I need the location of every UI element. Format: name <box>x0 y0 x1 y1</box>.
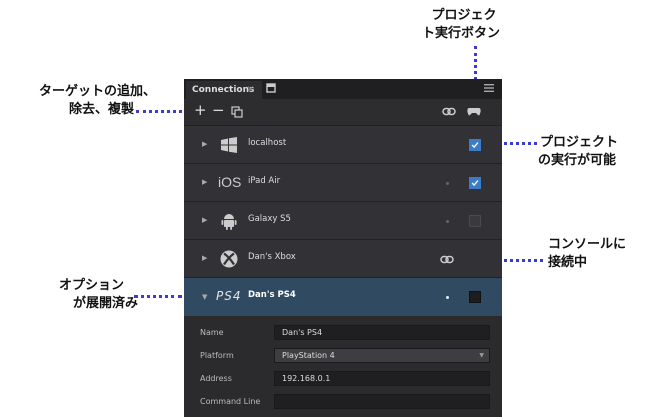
target-row-ipad-air[interactable]: ▶ iOS iPad Air <box>184 163 502 201</box>
connected-callout-line2: 接続中 <box>548 255 588 270</box>
target-ops-callout: ターゲットの追加、 除去、複製 <box>8 83 156 119</box>
target-row-dans-xbox[interactable]: ▶ Dan's Xbox <box>184 239 502 277</box>
options-callout: オプション が展開済み <box>48 277 138 313</box>
run-button-callout-line2: ト実行ボタン <box>422 26 501 41</box>
target-ops-callout-line1: ターゲットの追加、 <box>38 84 156 99</box>
run-enabled-checkbox[interactable] <box>469 215 481 227</box>
address-field[interactable]: 192.168.0.1 <box>274 371 490 386</box>
can-run-callout-line2: の実行が可能 <box>538 153 617 168</box>
connected-callout-line1: コンソールに <box>548 237 627 252</box>
command-line-label: Command Line <box>200 397 261 406</box>
ios-icon: iOS <box>218 174 242 190</box>
windows-icon <box>221 137 237 153</box>
toolbar: + − <box>184 99 502 125</box>
target-row-galaxy-s5[interactable]: ▶ Galaxy S5 <box>184 201 502 239</box>
link-icon[interactable] <box>442 107 456 116</box>
target-properties: Name Dan's PS4 Platform PlayStation 4 ▼ … <box>184 316 502 417</box>
duplicate-target-icon[interactable] <box>231 106 243 118</box>
options-callout-line2: が展開済み <box>72 296 138 311</box>
gamepad-run-icon[interactable] <box>467 106 481 116</box>
platform-label: Platform <box>200 351 234 360</box>
can-run-callout: プロジェクト の実行が可能 <box>538 134 619 170</box>
remove-target-button[interactable]: − <box>212 101 225 119</box>
name-label: Name <box>200 328 224 337</box>
run-button-callout-line1: プロジェク <box>431 8 497 23</box>
target-row-localhost[interactable]: ▶ localhost <box>184 125 502 163</box>
connections-panel: Connections ✕ + − ▶ localhost ▶ iOS iPad… <box>184 79 502 417</box>
ps4-icon: PS4 <box>216 289 242 303</box>
target-row-dans-ps4[interactable]: ▼ PS4 Dan's PS4 <box>184 277 502 316</box>
platform-select[interactable]: PlayStation 4 ▼ <box>274 348 490 363</box>
run-button-callout: プロジェク ト実行ボタン <box>422 7 500 43</box>
status-dot <box>446 296 449 299</box>
target-ops-callout-line2: 除去、複製 <box>68 102 134 117</box>
command-line-field[interactable] <box>274 394 490 409</box>
close-icon[interactable]: ✕ <box>246 81 254 99</box>
run-enabled-checkbox[interactable] <box>469 291 481 303</box>
target-ops-leader <box>136 110 182 113</box>
connected-callout: コンソールに 接続中 <box>548 236 626 272</box>
tab-title: Connections <box>192 85 255 95</box>
collapse-arrow-icon[interactable]: ▼ <box>202 293 207 301</box>
add-target-button[interactable]: + <box>194 101 207 119</box>
expand-arrow-icon[interactable]: ▶ <box>202 140 207 148</box>
target-label: Galaxy S5 <box>248 214 291 224</box>
target-label: Dan's PS4 <box>248 290 296 300</box>
target-label: Dan's Xbox <box>248 252 296 262</box>
android-icon <box>221 214 237 230</box>
address-label: Address <box>200 374 232 383</box>
options-leader <box>134 295 182 298</box>
can-run-leader <box>497 142 537 145</box>
name-field[interactable]: Dan's PS4 <box>274 325 490 340</box>
platform-value: PlayStation 4 <box>282 351 335 360</box>
status-dot <box>446 182 449 185</box>
menu-icon[interactable] <box>484 83 494 93</box>
expand-arrow-icon[interactable]: ▶ <box>202 254 207 262</box>
status-dot <box>446 220 449 223</box>
target-label: iPad Air <box>248 176 281 186</box>
run-enabled-checkbox[interactable] <box>469 139 481 151</box>
run-enabled-checkbox[interactable] <box>469 177 481 189</box>
expand-arrow-icon[interactable]: ▶ <box>202 178 207 186</box>
tab-connections[interactable]: Connections ✕ <box>186 81 262 99</box>
panel-layout-icon[interactable] <box>266 83 276 93</box>
tab-bar: Connections ✕ <box>184 79 502 99</box>
chevron-down-icon: ▼ <box>479 352 484 359</box>
options-callout-line1: オプション <box>58 278 124 293</box>
expand-arrow-icon[interactable]: ▶ <box>202 216 207 224</box>
connected-link-icon <box>440 255 454 264</box>
xbox-icon <box>220 250 238 268</box>
target-label: localhost <box>248 138 287 148</box>
can-run-callout-line1: プロジェクト <box>540 135 619 150</box>
